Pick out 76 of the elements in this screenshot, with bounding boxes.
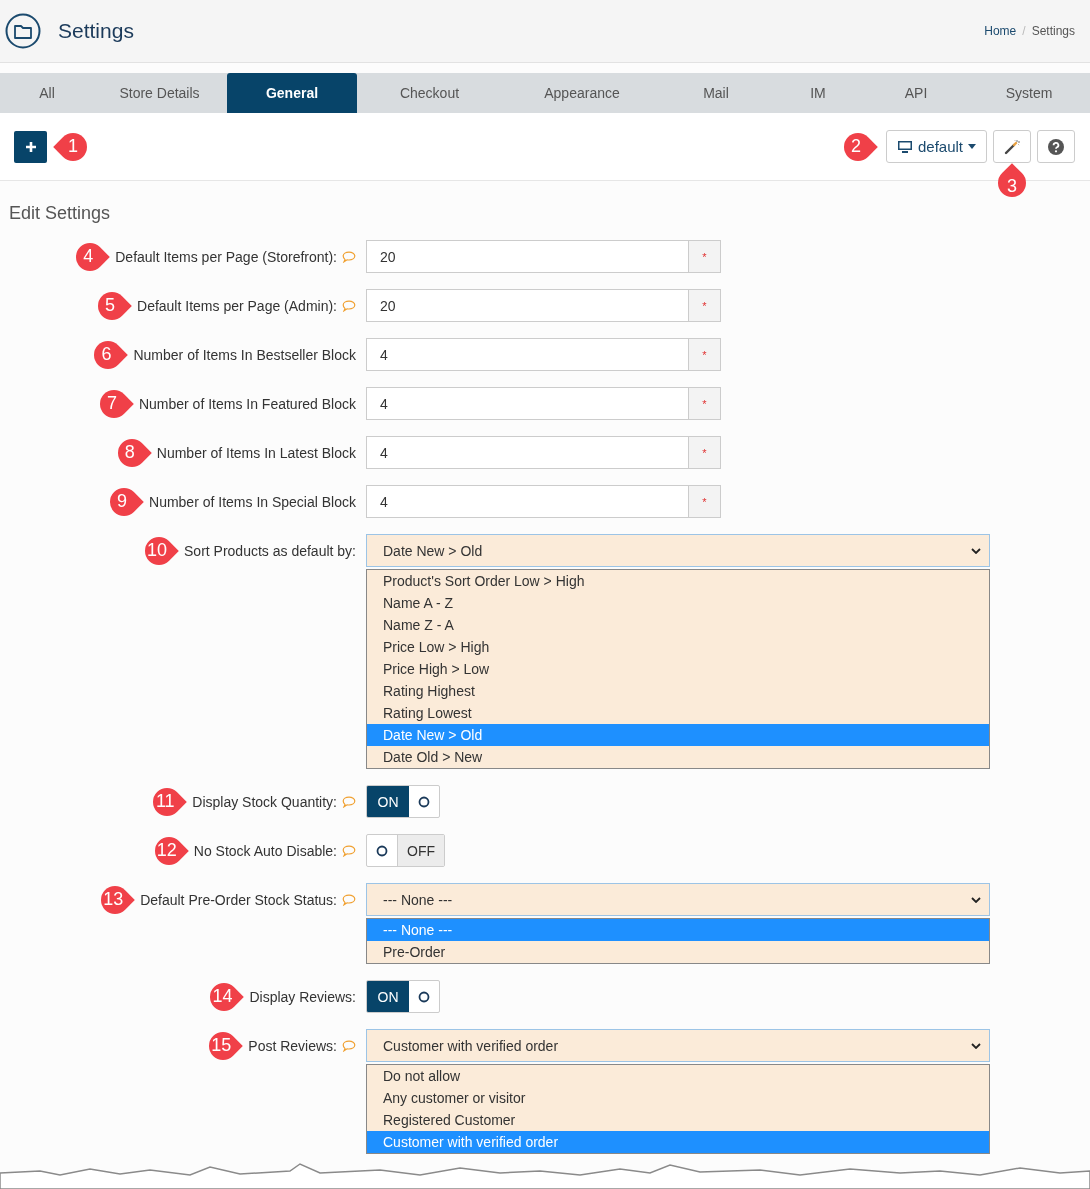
- comment-icon: [342, 893, 356, 906]
- setting-label: Number of Items In Special Block: [149, 493, 356, 510]
- dropdown-option[interactable]: Registered Customer: [367, 1109, 989, 1131]
- toggle-switch[interactable]: OFF: [366, 834, 445, 867]
- tab[interactable]: General: [227, 73, 357, 113]
- dropdown-option[interactable]: Name Z - A: [367, 614, 989, 636]
- setting-label: No Stock Auto Disable:: [193, 842, 337, 859]
- required-mark: *: [688, 241, 720, 272]
- add-button[interactable]: [14, 130, 47, 163]
- required-mark: *: [688, 290, 720, 321]
- required-mark: *: [688, 437, 720, 468]
- chevron-down-icon: [971, 896, 981, 903]
- plus-icon: [24, 140, 37, 153]
- folder-icon: [5, 13, 41, 49]
- required-mark: *: [688, 339, 720, 370]
- setting-label: Display Reviews:: [249, 988, 356, 1005]
- caret-icon: [968, 144, 976, 149]
- tab[interactable]: Mail: [662, 73, 770, 113]
- breadcrumb-link[interactable]: Home: [984, 24, 1017, 38]
- dropdown-option[interactable]: Rating Highest: [367, 680, 989, 702]
- page-title: Settings: [58, 19, 134, 43]
- input-field[interactable]: 4 *: [366, 485, 721, 518]
- tab[interactable]: System: [966, 73, 1090, 113]
- dropdown-field[interactable]: Date New > Old: [366, 534, 990, 567]
- toggle-switch[interactable]: ON: [366, 785, 440, 818]
- dropdown-option[interactable]: Any customer or visitor: [367, 1087, 989, 1109]
- dropdown-option[interactable]: Price Low > High: [367, 636, 989, 658]
- dropdown-option[interactable]: Pre-Order: [367, 941, 989, 963]
- required-mark: *: [688, 388, 720, 419]
- theme-dropdown-button[interactable]: default: [885, 130, 987, 163]
- input-field[interactable]: 20 *: [366, 289, 721, 322]
- tab[interactable]: IM: [770, 73, 866, 113]
- breadcrumb-separator: /: [1022, 24, 1026, 38]
- setting-label: Default Items per Page (Storefront):: [115, 248, 337, 265]
- setting-label: Number of Items In Latest Block: [156, 444, 356, 461]
- dropdown-option[interactable]: Do not allow: [367, 1065, 989, 1087]
- dropdown-option[interactable]: Rating Lowest: [367, 702, 989, 724]
- dropdown-option[interactable]: Product's Sort Order Low > High: [367, 570, 989, 592]
- setting-label: Number of Items In Featured Block: [138, 395, 356, 412]
- help-button[interactable]: [1037, 130, 1075, 163]
- toggle-switch[interactable]: ON: [366, 980, 440, 1013]
- input-field[interactable]: 4 *: [366, 338, 721, 371]
- chevron-down-icon: [971, 547, 981, 554]
- setting-label: Default Items per Page (Admin):: [137, 297, 337, 314]
- knob-icon: [418, 795, 430, 808]
- section-title: Edit Settings: [9, 203, 111, 224]
- tab[interactable]: All: [2, 73, 92, 113]
- tab[interactable]: API: [866, 73, 966, 113]
- setting-label: Display Stock Quantity:: [192, 793, 337, 810]
- tab[interactable]: Appearance: [502, 73, 662, 113]
- dropdown-field[interactable]: Customer with verified order: [366, 1029, 990, 1062]
- input-field[interactable]: 20 *: [366, 240, 721, 273]
- knob-icon: [376, 844, 388, 857]
- help-icon: [1048, 138, 1064, 155]
- comment-icon: [342, 299, 356, 312]
- input-field[interactable]: 4 *: [366, 436, 721, 469]
- setting-label: Default Pre-Order Stock Status:: [140, 891, 337, 908]
- tab[interactable]: Checkout: [357, 73, 502, 113]
- comment-icon: [342, 1039, 356, 1052]
- setting-label: Number of Items In Bestseller Block: [133, 346, 356, 363]
- dropdown-option[interactable]: Price High > Low: [367, 658, 989, 680]
- comment-icon: [342, 250, 356, 263]
- dropdown-field[interactable]: --- None ---: [366, 883, 990, 916]
- comment-icon: [342, 844, 356, 857]
- knob-icon: [418, 990, 430, 1003]
- tab[interactable]: Store Details: [92, 73, 227, 113]
- setting-label: Post Reviews:: [248, 1037, 337, 1054]
- magic-wand-icon: [1004, 138, 1020, 155]
- monitor-icon: [896, 139, 913, 154]
- chevron-down-icon: [971, 1042, 981, 1049]
- dropdown-option[interactable]: Name A - Z: [367, 592, 989, 614]
- setting-label: Sort Products as default by:: [184, 542, 356, 559]
- dropdown-option[interactable]: Date Old > New: [367, 746, 989, 768]
- required-mark: *: [688, 486, 720, 517]
- input-field[interactable]: 4 *: [366, 387, 721, 420]
- comment-icon: [342, 795, 356, 808]
